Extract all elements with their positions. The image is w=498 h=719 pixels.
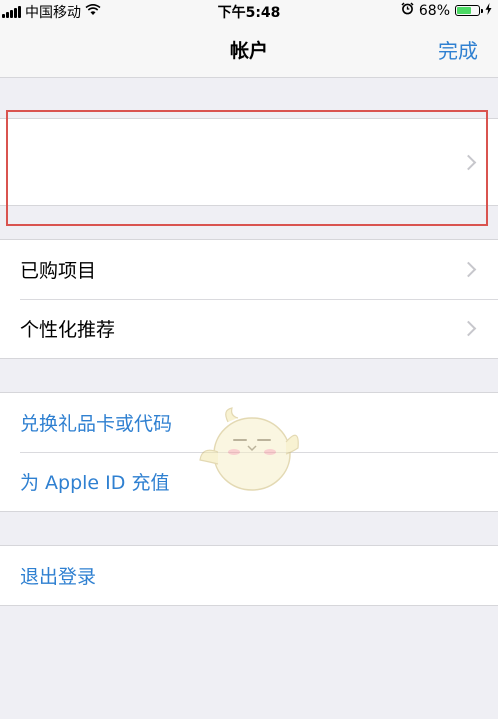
personalized-recommendations-label: 个性化推荐 [20,319,116,341]
add-funds-row[interactable]: 为 Apple ID 充值 [0,452,498,511]
battery-fill [457,7,472,14]
charging-icon [485,2,492,19]
page-title: 帐户 [229,40,268,62]
alarm-icon [401,2,414,19]
status-right: 68% [401,2,492,19]
account-section [0,118,498,206]
chevron-right-icon [460,261,477,278]
purchased-row[interactable]: 已购项目 [0,240,498,299]
add-funds-link[interactable]: 为 Apple ID 充值 [20,468,169,495]
purchased-label: 已购项目 [20,260,97,282]
redeem-gift-card-row[interactable]: 兑换礼品卡或代码 [0,393,498,452]
sign-out-section: 退出登录 [0,545,498,606]
battery-icon [455,5,483,16]
sign-out-link[interactable]: 退出登录 [20,562,96,589]
personalized-recommendations-row[interactable]: 个性化推荐 [0,299,498,358]
done-button[interactable]: 完成 [438,35,478,64]
chevron-right-icon [460,154,477,171]
purchases-section: 已购项目 个性化推荐 [0,239,498,359]
redeem-section: 兑换礼品卡或代码 为 Apple ID 充值 [0,392,498,512]
apple-id-row[interactable] [0,119,498,205]
chevron-right-icon [460,320,477,337]
status-bar: 中国移动 下午5:48 68% [0,0,498,22]
navigation-bar: 帐户 完成 [0,22,498,78]
sign-out-row[interactable]: 退出登录 [0,546,498,605]
battery-percent: 68% [418,2,450,19]
redeem-gift-card-link[interactable]: 兑换礼品卡或代码 [20,409,172,436]
